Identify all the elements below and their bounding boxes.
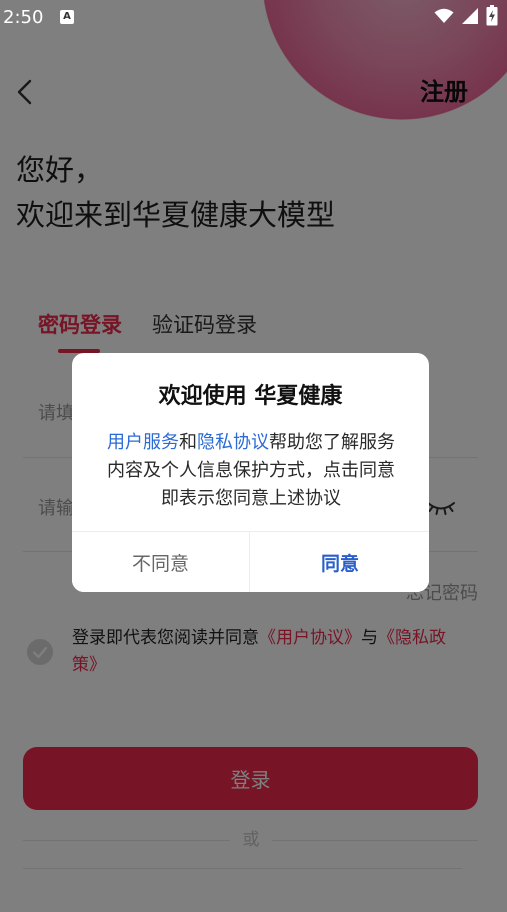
input-method-notification-icon: A: [60, 10, 74, 24]
battery-charging-icon: [486, 5, 498, 26]
privacy-consent-dialog: 欢迎使用 华夏健康 用户服务和隐私协议帮助您了解服务内容及个人信息保护方式，点击…: [72, 353, 429, 592]
signal-icon: [462, 8, 478, 24]
agree-button[interactable]: 同意: [251, 532, 429, 592]
privacy-agreement-link[interactable]: 隐私协议: [197, 432, 269, 453]
dialog-title: 欢迎使用 华夏健康: [158, 384, 343, 409]
disagree-button[interactable]: 不同意: [72, 532, 250, 592]
wifi-icon: [434, 8, 454, 23]
status-time: 2:50: [3, 7, 44, 28]
dialog-body: 用户服务和隐私协议帮助您了解服务内容及个人信息保护方式，点击同意即表示您同意上述…: [103, 429, 399, 513]
dialog-body-and: 和: [179, 432, 197, 453]
user-service-link[interactable]: 用户服务: [107, 432, 179, 453]
status-bar: 2:50 A: [0, 0, 507, 36]
